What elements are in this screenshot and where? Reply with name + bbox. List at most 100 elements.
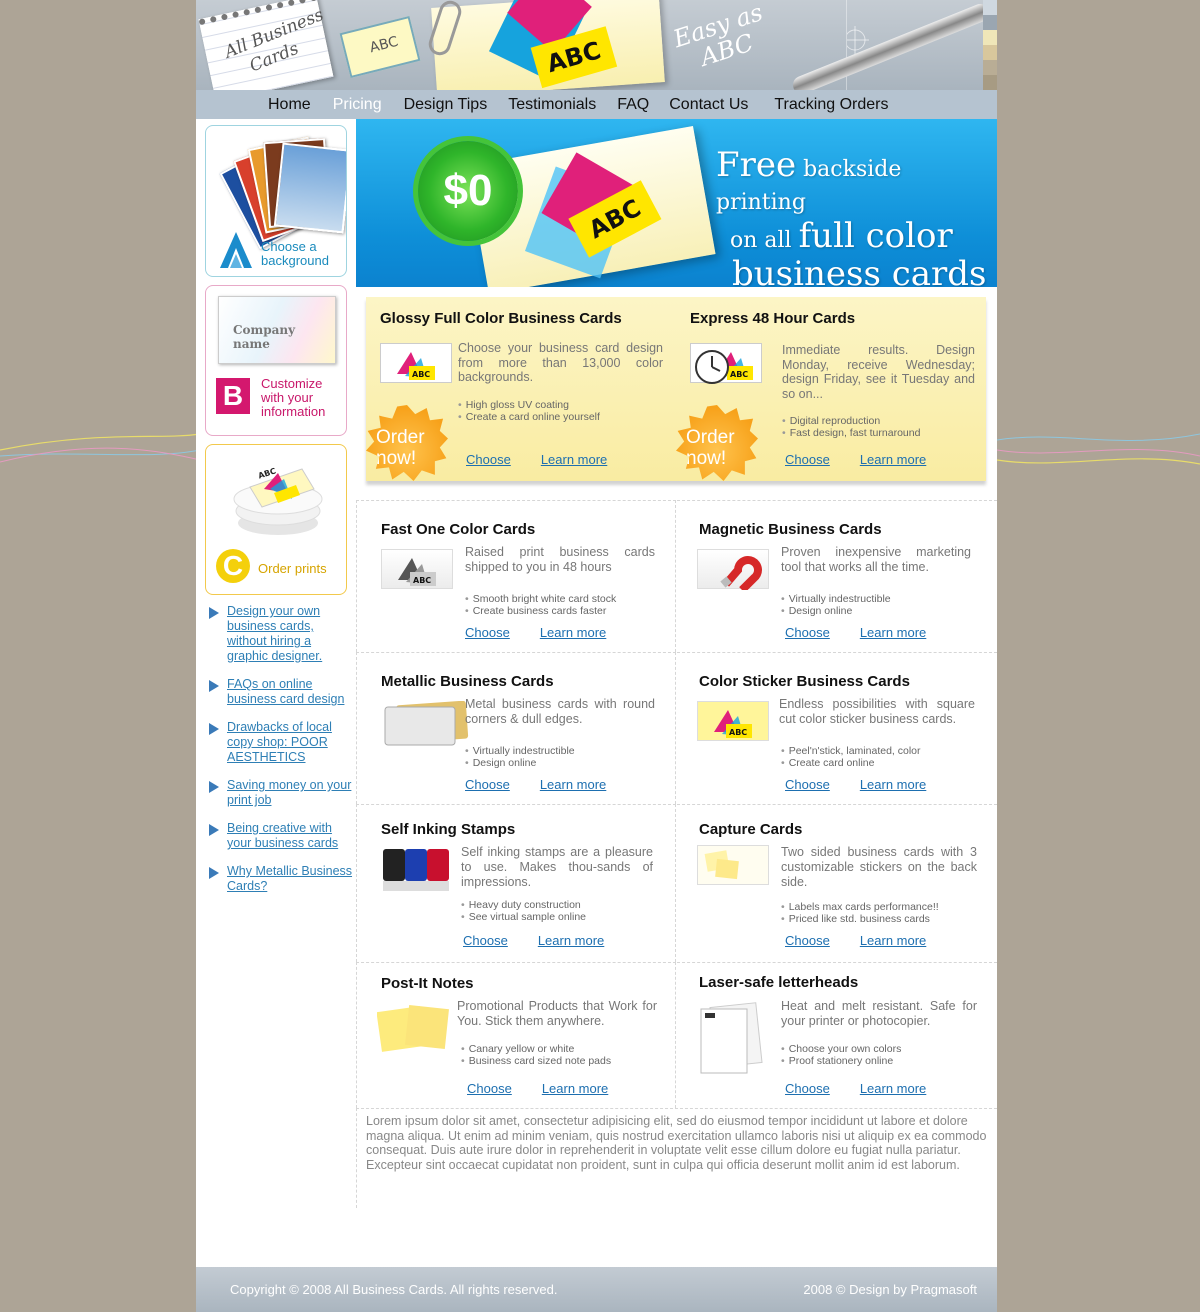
nav-testimonials[interactable]: Testimonials xyxy=(508,96,596,114)
svg-text:ABC: ABC xyxy=(412,370,430,379)
feature-item: Canary yellow or white xyxy=(461,1043,611,1055)
product-title: Self Inking Stamps xyxy=(381,821,516,838)
arrow-right-icon xyxy=(209,781,219,793)
choose-link[interactable]: Choose xyxy=(785,1081,830,1096)
feature-item: Heavy duty construction xyxy=(461,899,586,911)
promo-banner[interactable]: ABC $0 Free backside printing on all ful… xyxy=(356,119,997,287)
sidebar-link[interactable]: Being creative with your business cards xyxy=(205,821,355,851)
learn-more-link[interactable]: Learn more xyxy=(542,1081,608,1096)
sidebar-link[interactable]: Design your own business cards, without … xyxy=(205,604,355,664)
feature-item: Priced like std. business cards xyxy=(781,913,939,925)
product-color-sticker-cards: Color Sticker Business Cards ABC Endless… xyxy=(677,652,997,804)
nav-contact-us[interactable]: Contact Us xyxy=(669,96,748,114)
product-actions: Choose Learn more xyxy=(465,777,636,792)
product-title: Fast One Color Cards xyxy=(381,521,536,538)
choose-link[interactable]: Choose xyxy=(463,933,508,948)
footer-design-credit[interactable]: 2008 © Design by Pragmasoft xyxy=(803,1282,977,1297)
choose-link[interactable]: Choose xyxy=(785,625,830,640)
background-photos-illustration xyxy=(219,136,346,250)
product-description: Raised print business cards shipped to y… xyxy=(465,545,655,574)
nav-faq[interactable]: FAQ xyxy=(617,96,649,114)
nav-pricing[interactable]: Pricing xyxy=(333,96,382,114)
sidebar-link[interactable]: Why Metallic Business Cards? xyxy=(205,864,355,894)
sidebar-article-links: Design your own business cards, without … xyxy=(205,604,355,907)
order-now-badge[interactable]: Order now! xyxy=(366,405,448,481)
feature-item: Virtually indestructible xyxy=(781,593,891,605)
choose-link[interactable]: Choose xyxy=(785,933,830,948)
product-description: Endless possibilities with square cut co… xyxy=(779,697,975,726)
feature-item: Labels max cards performance!! xyxy=(781,901,939,913)
product-post-it-notes: Post-It Notes Promotional Products that … xyxy=(356,962,676,1108)
step-b-label: Customize with your information xyxy=(261,376,326,419)
step-b-icon: B xyxy=(216,378,250,414)
product-title: Glossy Full Color Business Cards xyxy=(380,310,622,327)
feature-item: Smooth bright white card stock xyxy=(465,593,617,605)
arrow-right-icon xyxy=(209,824,219,836)
product-thumbnail xyxy=(381,700,469,746)
featured-products: Glossy Full Color Business Cards ABC Cho… xyxy=(366,297,986,481)
feature-item: Create business cards faster xyxy=(465,605,616,617)
learn-more-link[interactable]: Learn more xyxy=(540,625,606,640)
learn-more-link[interactable]: Learn more xyxy=(860,1081,926,1096)
sidebar-link[interactable]: Saving money on your print job xyxy=(205,778,355,808)
lorem-paragraph: Lorem ipsum dolor sit amet, consectetur … xyxy=(356,1108,997,1208)
learn-more-link[interactable]: Learn more xyxy=(860,452,926,467)
feature-item: Create card online xyxy=(781,757,921,769)
banner-text-on-all: on all xyxy=(730,228,799,253)
learn-more-link[interactable]: Learn more xyxy=(860,625,926,640)
step-a-icon xyxy=(220,232,252,268)
sketch-card-illustration: ABC xyxy=(339,15,421,79)
choose-link[interactable]: Choose xyxy=(465,625,510,640)
choose-link[interactable]: Choose xyxy=(785,777,830,792)
nav-tracking-orders[interactable]: Tracking Orders xyxy=(774,96,888,114)
arrow-right-icon xyxy=(209,723,219,735)
learn-more-link[interactable]: Learn more xyxy=(860,777,926,792)
price-seal-badge: $0 xyxy=(418,141,518,241)
product-description: Self inking stamps are a pleasure to use… xyxy=(461,845,653,889)
sidebar-link[interactable]: FAQs on online business card design xyxy=(205,677,355,707)
nav-home[interactable]: Home xyxy=(268,96,311,114)
step-customize-information[interactable]: Company name B Customize with your infor… xyxy=(205,285,347,436)
product-actions: Choose Learn more xyxy=(785,1081,956,1096)
order-now-text: Order now! xyxy=(686,427,735,469)
choose-link[interactable]: Choose xyxy=(465,777,510,792)
header-business-card-illustration: ABC xyxy=(431,0,665,90)
product-actions: Choose Learn more xyxy=(465,625,636,640)
product-title: Post-It Notes xyxy=(381,975,474,992)
feature-item: Virtually indestructible xyxy=(465,745,575,757)
product-actions: Choose Learn more xyxy=(466,452,637,467)
product-laser-letterheads: Laser-safe letterheads Heat and melt res… xyxy=(677,962,997,1108)
choose-link[interactable]: Choose xyxy=(467,1081,512,1096)
svg-text:ABC: ABC xyxy=(729,728,747,737)
product-actions: Choose Learn more xyxy=(463,933,634,948)
learn-more-link[interactable]: Learn more xyxy=(541,452,607,467)
learn-more-link[interactable]: Learn more xyxy=(860,933,926,948)
product-thumbnail xyxy=(697,845,769,885)
feature-item: Proof stationery online xyxy=(781,1055,901,1067)
step-choose-background[interactable]: Choose a background xyxy=(205,125,347,277)
order-now-badge[interactable]: Order now! xyxy=(676,405,758,481)
step-a-label: Choose a background xyxy=(261,239,329,268)
product-features: Canary yellow or whiteBusiness card size… xyxy=(461,1043,611,1067)
sidebar-link[interactable]: Drawbacks of local copy shop: POOR AESTH… xyxy=(205,720,355,765)
product-description: Promotional Products that Work for You. … xyxy=(457,999,657,1028)
banner-text-free: Free xyxy=(716,145,797,185)
feature-item: High gloss UV coating xyxy=(458,399,600,411)
nav-design-tips[interactable]: Design Tips xyxy=(404,96,488,114)
product-actions: Choose Learn more xyxy=(785,625,956,640)
banner-text-business-cards: business cards xyxy=(732,254,987,287)
learn-more-link[interactable]: Learn more xyxy=(538,933,604,948)
choose-link[interactable]: Choose xyxy=(466,452,511,467)
feature-item: Design online xyxy=(465,757,575,769)
arrow-right-icon xyxy=(209,867,219,879)
svg-text:ABC: ABC xyxy=(413,576,431,585)
product-grid: Fast One Color Cards ABC Raised print bu… xyxy=(356,500,997,1110)
step-order-prints[interactable]: ABC C Order prints xyxy=(205,444,347,595)
product-actions: Choose Learn more xyxy=(785,777,956,792)
product-features: Peel'n'stick, laminated, colorCreate car… xyxy=(781,745,921,769)
product-thumbnail xyxy=(381,845,453,891)
feature-item: Fast design, fast turnaround xyxy=(782,427,921,439)
card-stack-illustration xyxy=(233,468,323,535)
learn-more-link[interactable]: Learn more xyxy=(540,777,606,792)
choose-link[interactable]: Choose xyxy=(785,452,830,467)
